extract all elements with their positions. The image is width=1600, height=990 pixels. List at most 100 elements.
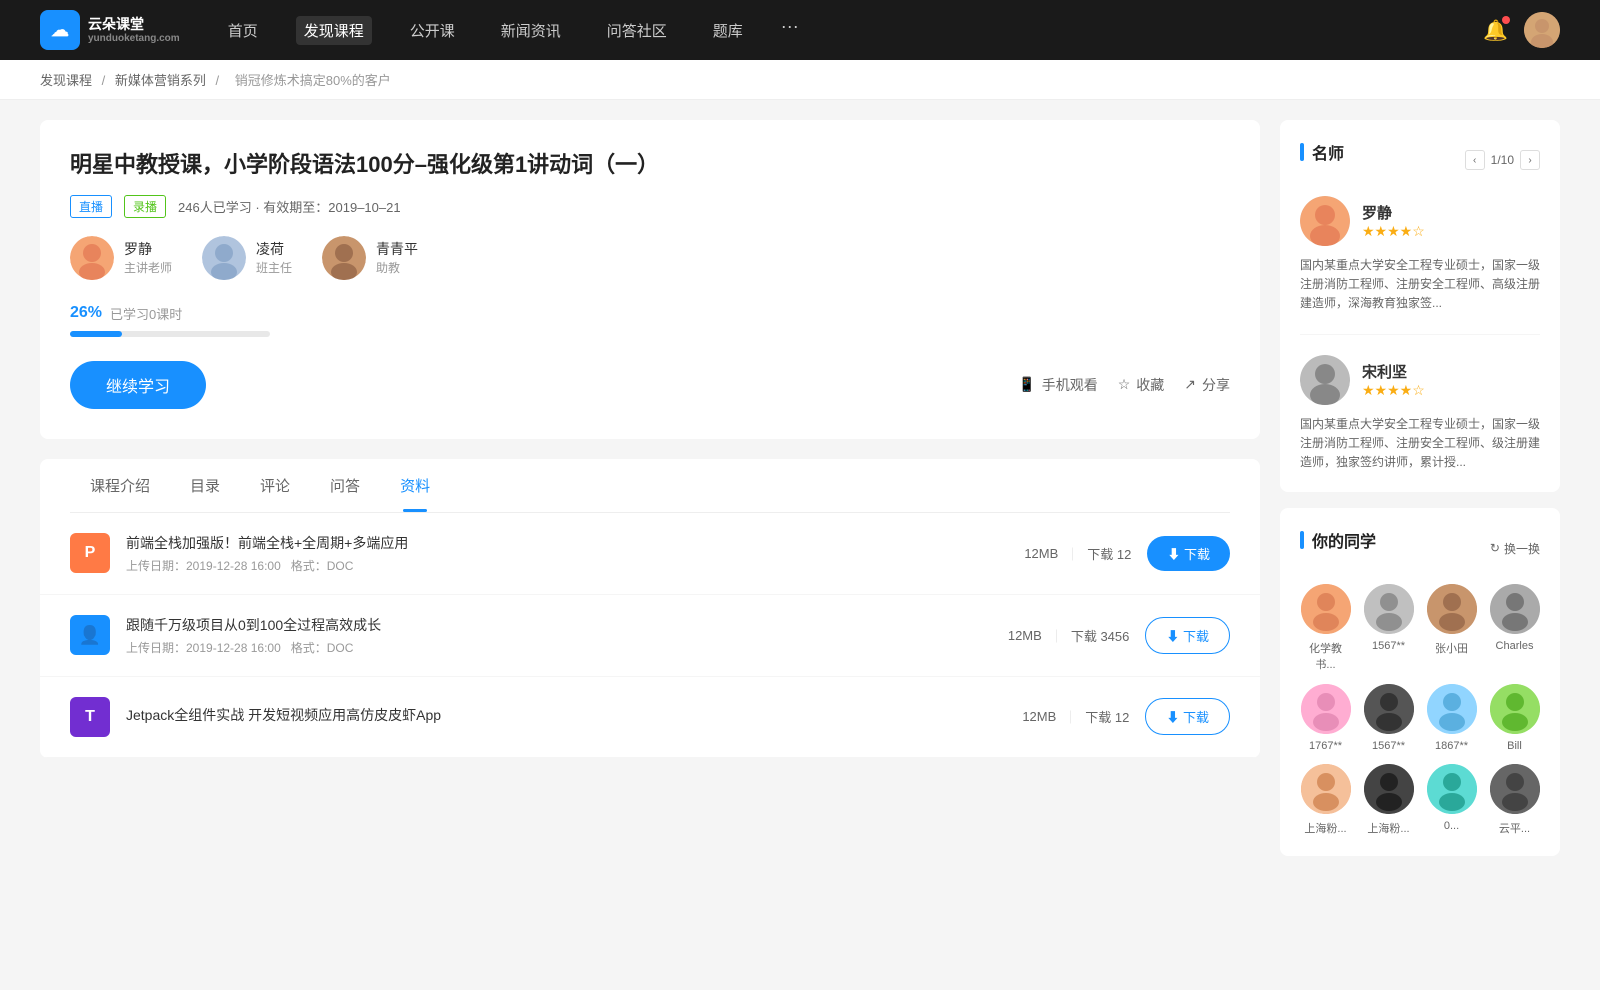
resource-title-1: 跟随千万级项目从0到100全过程高效成长 (126, 615, 992, 635)
teacher-2: 凌荷 班主任 (202, 236, 292, 280)
progress-text: 已学习0课时 (110, 304, 182, 323)
nav: 首页 发现课程 公开课 新闻资讯 问答社区 题库 ··· (220, 16, 799, 45)
classmate-3[interactable]: Charles (1489, 584, 1540, 672)
teacher-2-name: 凌荷 (256, 239, 292, 259)
teacher-2-avatar (202, 236, 246, 280)
classmate-0[interactable]: 化学教书... (1300, 584, 1351, 672)
refresh-label: 换一换 (1504, 540, 1540, 557)
breadcrumb-sep1: / (102, 73, 109, 88)
resource-stats-1: 12MB ｜ 下载 3456 (1008, 626, 1130, 645)
bell-icon[interactable]: 🔔 (1483, 18, 1508, 43)
classmate-4-name: 1767** (1309, 740, 1342, 752)
classmate-1[interactable]: 1567** (1363, 584, 1414, 672)
star-icon: ☆ (1118, 376, 1131, 393)
breadcrumb-discover[interactable]: 发现课程 (40, 73, 92, 88)
bell-notification-dot (1502, 16, 1510, 24)
sidebar-teacher-0-stars: ★★★★☆ (1362, 223, 1425, 240)
classmate-3-avatar (1490, 584, 1540, 634)
sidebar-teacher-0-desc: 国内某重点大学安全工程专业硕士，国家一级注册消防工程师、注册安全工程师、高级注册… (1300, 256, 1540, 314)
nav-item-quiz[interactable]: 题库 (705, 16, 751, 45)
logo-text-block: 云朵课堂 yunduoketang.com (88, 16, 180, 44)
classmate-8[interactable]: 上海粉... (1300, 764, 1351, 836)
classmate-10[interactable]: 0... (1426, 764, 1477, 836)
classmate-0-name: 化学教书... (1300, 640, 1351, 672)
classmates-title: 你的同学 (1300, 528, 1376, 552)
progress-bar-bg (70, 331, 270, 337)
nav-item-home[interactable]: 首页 (220, 16, 266, 45)
classmate-8-name: 上海粉... (1304, 820, 1346, 836)
next-page-btn[interactable]: › (1520, 150, 1540, 170)
download-button-1[interactable]: ⬇ 下载 (1145, 617, 1230, 654)
resource-info-2: Jetpack全组件实战 开发短视频应用高仿皮皮虾App (126, 705, 1006, 729)
nav-item-qa[interactable]: 问答社区 (599, 16, 675, 45)
progress-bar (70, 331, 122, 337)
prev-page-btn[interactable]: ‹ (1465, 150, 1485, 170)
classmate-5[interactable]: 1567** (1363, 684, 1414, 752)
content-area: 明星中教授课，小学阶段语法100分–强化级第1讲动词（一） 直播 录播 246人… (40, 120, 1260, 872)
action-buttons: 📱 手机观看 ☆ 收藏 ↗ 分享 (1018, 375, 1230, 395)
sidebar: 名师 ‹ 1/10 › (1280, 120, 1560, 872)
download-button-0[interactable]: ⬇ 下载 (1147, 536, 1230, 571)
classmate-7[interactable]: Bill (1489, 684, 1540, 752)
classmate-6[interactable]: 1867** (1426, 684, 1477, 752)
classmate-8-avatar (1301, 764, 1351, 814)
classmate-10-name: 0... (1444, 820, 1459, 832)
teachers-sidebar-card: 名师 ‹ 1/10 › (1280, 120, 1560, 492)
breadcrumb-series[interactable]: 新媒体营销系列 (115, 73, 206, 88)
sidebar-teacher-1-avatar[interactable] (1300, 355, 1350, 405)
nav-more[interactable]: ··· (781, 16, 799, 45)
breadcrumb-sep2: / (216, 73, 223, 88)
tab-catalog[interactable]: 目录 (170, 459, 240, 512)
sidebar-teacher-0-name: 罗静 (1362, 202, 1425, 223)
nav-item-public[interactable]: 公开课 (402, 16, 463, 45)
resource-meta-0: 上传日期：2019-12-28 16:00 格式：DOC (126, 557, 1008, 574)
classmate-1-name: 1567** (1372, 640, 1405, 652)
nav-item-discover[interactable]: 发现课程 (296, 16, 372, 45)
refresh-button[interactable]: ↻ 换一换 (1490, 540, 1540, 557)
mobile-watch-button[interactable]: 📱 手机观看 (1018, 375, 1097, 395)
continue-button[interactable]: 继续学习 (70, 361, 206, 409)
tab-intro[interactable]: 课程介绍 (70, 459, 170, 512)
tab-review[interactable]: 评论 (240, 459, 310, 512)
resource-item-2: T Jetpack全组件实战 开发短视频应用高仿皮皮虾App 12MB ｜ 下载… (40, 677, 1260, 758)
teacher-3: 青青平 助教 (322, 236, 418, 280)
resource-info-1: 跟随千万级项目从0到100全过程高效成长 上传日期：2019-12-28 16:… (126, 615, 992, 656)
collect-label: 收藏 (1136, 375, 1164, 395)
badge-recorded: 录播 (124, 195, 166, 218)
classmate-11[interactable]: 云平... (1489, 764, 1540, 836)
main-layout: 明星中教授课，小学阶段语法100分–强化级第1讲动词（一） 直播 录播 246人… (0, 100, 1600, 892)
logo-icon: ☁ (40, 10, 80, 50)
classmates-header: 你的同学 ↻ 换一换 (1300, 528, 1540, 568)
course-card: 明星中教授课，小学阶段语法100分–强化级第1讲动词（一） 直播 录播 246人… (40, 120, 1260, 439)
teacher-2-info: 凌荷 班主任 (256, 239, 292, 276)
tab-resource[interactable]: 资料 (380, 459, 450, 512)
classmate-7-avatar (1490, 684, 1540, 734)
sidebar-teacher-0-avatar[interactable] (1300, 196, 1350, 246)
classmate-6-avatar (1427, 684, 1477, 734)
teacher-2-role: 班主任 (256, 259, 292, 276)
classmate-9-name: 上海粉... (1367, 820, 1409, 836)
teacher-3-role: 助教 (376, 259, 418, 276)
header-right: 🔔 (1483, 12, 1560, 48)
collect-button[interactable]: ☆ 收藏 (1118, 375, 1165, 395)
tab-qa[interactable]: 问答 (310, 459, 380, 512)
classmate-9[interactable]: 上海粉... (1363, 764, 1414, 836)
logo[interactable]: ☁ 云朵课堂 yunduoketang.com (40, 10, 180, 50)
nav-item-news[interactable]: 新闻资讯 (493, 16, 569, 45)
download-button-2[interactable]: ⬇ 下载 (1145, 698, 1230, 735)
classmate-7-name: Bill (1507, 740, 1522, 752)
classmate-2[interactable]: 张小田 (1426, 584, 1477, 672)
logo-text: 云朵课堂 (88, 16, 180, 33)
teacher-1-name: 罗静 (124, 239, 172, 259)
share-button[interactable]: ↗ 分享 (1184, 375, 1230, 395)
user-avatar[interactable] (1524, 12, 1560, 48)
classmate-4[interactable]: 1767** (1300, 684, 1351, 752)
sidebar-teacher-1-desc: 国内某重点大学安全工程专业硕士，国家一级注册消防工程师、注册安全工程师、级注册建… (1300, 415, 1540, 473)
classmates-sidebar-card: 你的同学 ↻ 换一换 化学教书... (1280, 508, 1560, 856)
teacher-3-info: 青青平 助教 (376, 239, 418, 276)
classmate-11-avatar (1490, 764, 1540, 814)
resource-title-0: 前端全栈加强版！前端全栈+全周期+多端应用 (126, 533, 1008, 553)
classmate-4-avatar (1301, 684, 1351, 734)
breadcrumb: 发现课程 / 新媒体营销系列 / 销冠修炼术搞定80%的客户 (0, 60, 1600, 100)
classmate-10-avatar (1427, 764, 1477, 814)
